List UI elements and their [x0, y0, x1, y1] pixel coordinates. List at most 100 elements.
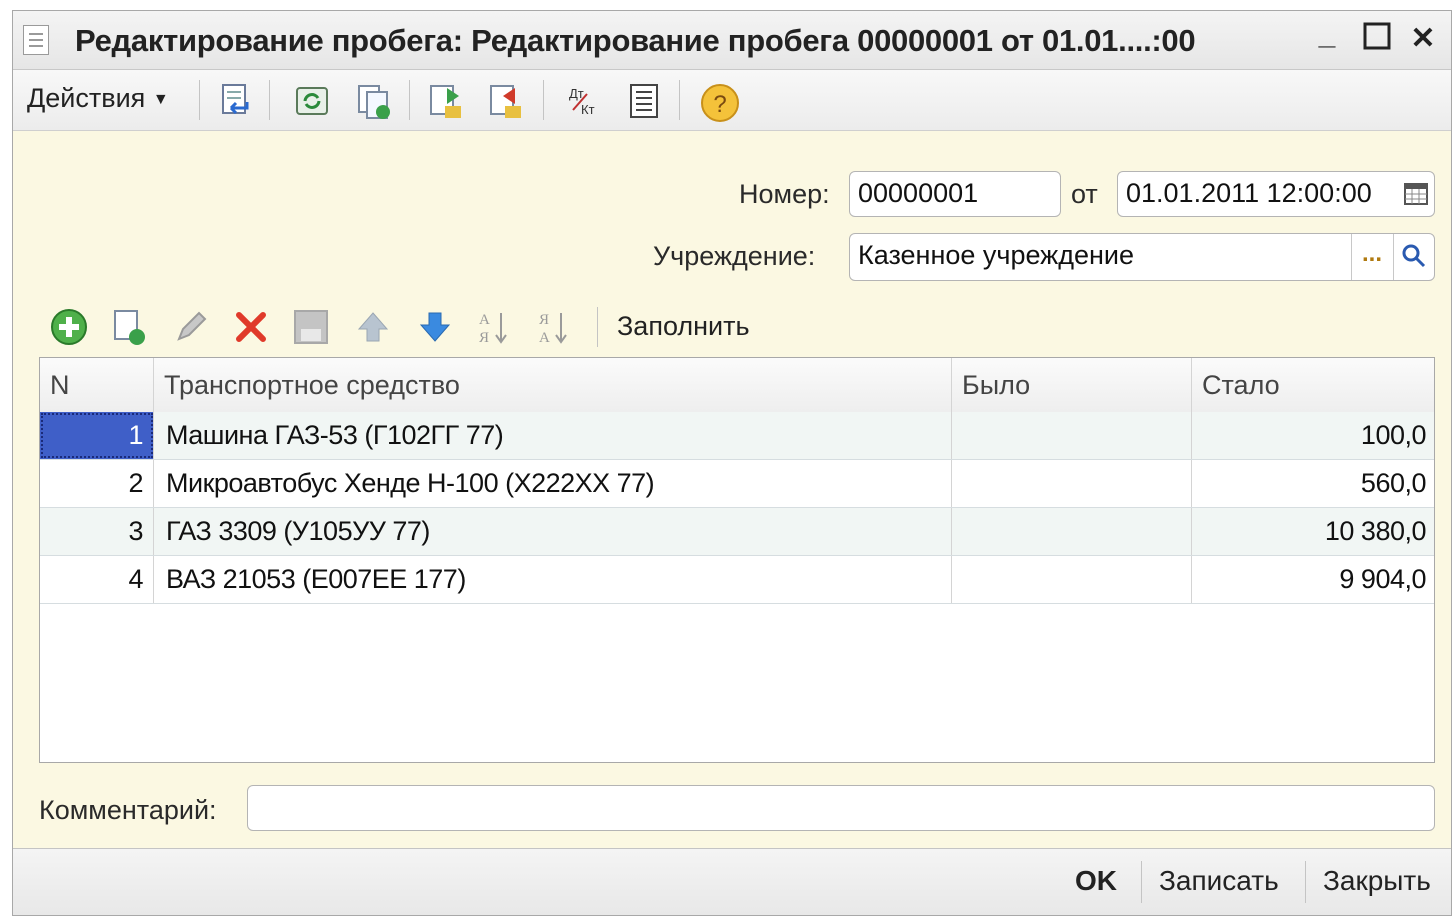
table-row[interactable]: 1 Машина ГАЗ-53 (Г102ГГ 77) 100,0 [40, 412, 1434, 460]
save-row-button[interactable] [291, 307, 329, 345]
became-cell[interactable]: 10 380,0 [1192, 508, 1434, 555]
edit-row-button[interactable] [171, 307, 209, 345]
report-icon [630, 84, 658, 118]
ellipsis-icon: ... [1361, 240, 1382, 267]
table-row[interactable]: 3 ГАЗ 3309 (У105УУ 77) 10 380,0 [40, 508, 1434, 556]
svg-text:А: А [479, 312, 490, 328]
floppy-icon [294, 310, 328, 344]
sort-asc-button[interactable]: А Я [475, 307, 513, 346]
add-icon [51, 309, 87, 345]
svg-text:А: А [539, 330, 550, 346]
toolbar-separator [679, 80, 680, 120]
table-header: N Транспортное средство Было Стало [40, 358, 1434, 413]
column-header-n[interactable]: N [40, 358, 154, 412]
toolbar-separator [409, 80, 410, 120]
copy-document-button[interactable] [355, 82, 393, 120]
post-icon [430, 85, 461, 118]
vehicle-cell[interactable]: Машина ГАЗ-53 (Г102ГГ 77) [154, 412, 952, 459]
institution-field[interactable]: Казенное учреждение ... [849, 233, 1435, 281]
refresh-icon [296, 87, 328, 115]
ok-button[interactable]: OK [1075, 865, 1117, 897]
table-row[interactable]: 2 Микроавтобус Хенде Н-100 (Х222ХХ 77) 5… [40, 460, 1434, 508]
vehicle-cell[interactable]: ГАЗ 3309 (У105УУ 77) [154, 508, 952, 555]
minimize-button[interactable]: _ [1309, 17, 1345, 53]
institution-label: Учреждение: [653, 241, 816, 271]
became-cell[interactable]: 560,0 [1192, 460, 1434, 507]
dropdown-arrow-icon: ▼ [152, 90, 169, 108]
vehicle-cell[interactable]: ВАЗ 21053 (Е007ЕЕ 177) [154, 556, 952, 603]
vehicle-cell[interactable]: Микроавтобус Хенде Н-100 (Х222ХХ 77) [154, 460, 952, 507]
add-row-button[interactable] [49, 307, 87, 345]
date-value: 01.01.2011 12:00:00 [1126, 178, 1372, 208]
was-cell[interactable] [952, 556, 1192, 603]
report-button[interactable] [625, 82, 663, 120]
form-footer: OK Записать Закрыть [13, 848, 1451, 915]
number-label: Номер: [739, 179, 830, 209]
debit-credit-button[interactable]: Дт Кт [565, 82, 603, 120]
help-icon: ? [701, 84, 739, 122]
window-title: Редактирование пробега: Редактирование п… [75, 23, 1196, 58]
row-number-cell[interactable]: 3 [40, 508, 154, 555]
pencil-icon [177, 311, 207, 341]
sort-desc-button[interactable]: Я А [535, 307, 573, 346]
column-header-became[interactable]: Стало [1192, 358, 1434, 412]
sort-descending-icon: Я А [539, 312, 567, 346]
actions-menu-button[interactable]: Действия ▼ [27, 83, 169, 114]
sort-ascending-icon: А Я [479, 312, 507, 346]
svg-text:Кт: Кт [581, 102, 595, 117]
was-cell[interactable] [952, 508, 1192, 555]
maximize-icon [1363, 22, 1391, 50]
column-header-vehicle[interactable]: Транспортное средство [154, 358, 952, 412]
copy-document-icon [358, 85, 390, 119]
date-label: от [1071, 179, 1098, 209]
arrow-down-icon [419, 312, 451, 342]
fill-button[interactable]: Заполнить [617, 311, 750, 342]
row-number-cell[interactable]: 2 [40, 460, 154, 507]
main-toolbar: Действия ▼ Дт Кт ? [13, 70, 1451, 131]
row-number-cell[interactable]: 1 [40, 412, 154, 459]
svg-text:Я: Я [479, 330, 489, 346]
became-cell[interactable]: 100,0 [1192, 412, 1434, 459]
number-field[interactable]: 00000001 [849, 171, 1061, 217]
refresh-button[interactable] [293, 82, 331, 120]
date-field[interactable]: 01.01.2011 12:00:00 [1117, 171, 1435, 217]
arrow-up-icon [357, 312, 389, 342]
document-window: Редактирование пробега: Редактирование п… [12, 10, 1452, 916]
move-up-button[interactable] [353, 307, 391, 345]
comment-field[interactable] [247, 785, 1435, 831]
copy-row-button[interactable] [109, 307, 147, 345]
calendar-button[interactable] [1398, 172, 1434, 216]
open-button[interactable] [1393, 234, 1434, 280]
svg-text:?: ? [713, 91, 726, 118]
unpost-button[interactable] [487, 82, 525, 120]
save-button[interactable]: Записать [1159, 865, 1279, 897]
unpost-icon [490, 85, 521, 118]
table-row[interactable]: 4 ВАЗ 21053 (Е007ЕЕ 177) 9 904,0 [40, 556, 1434, 604]
help-button[interactable]: ? [699, 82, 739, 122]
debit-credit-icon: Дт Кт [569, 86, 595, 117]
delete-row-button[interactable] [231, 307, 269, 345]
became-cell[interactable]: 9 904,0 [1192, 556, 1434, 603]
title-bar: Редактирование пробега: Редактирование п… [13, 11, 1451, 70]
close-button[interactable]: Закрыть [1323, 865, 1431, 897]
post-and-close-button[interactable] [217, 82, 255, 120]
maximize-button[interactable] [1359, 21, 1395, 57]
calendar-icon [1404, 183, 1428, 205]
row-number-cell[interactable]: 4 [40, 556, 154, 603]
copy-row-icon [114, 310, 145, 345]
was-cell[interactable] [952, 460, 1192, 507]
post-button[interactable] [427, 82, 465, 120]
vehicles-table[interactable]: N Транспортное средство Было Стало 1 Маш… [39, 357, 1435, 763]
footer-separator [1305, 861, 1306, 903]
column-header-was[interactable]: Было [952, 358, 1192, 412]
select-button[interactable]: ... [1351, 234, 1392, 280]
close-window-button[interactable]: ✕ [1405, 21, 1441, 57]
move-down-button[interactable] [415, 307, 453, 345]
actions-label: Действия [27, 83, 146, 113]
post-and-close-icon [222, 84, 249, 115]
was-cell[interactable] [952, 412, 1192, 459]
toolbar-separator [199, 80, 200, 120]
comment-label: Комментарий: [39, 795, 217, 825]
footer-separator [1141, 861, 1142, 903]
document-icon [23, 25, 49, 55]
